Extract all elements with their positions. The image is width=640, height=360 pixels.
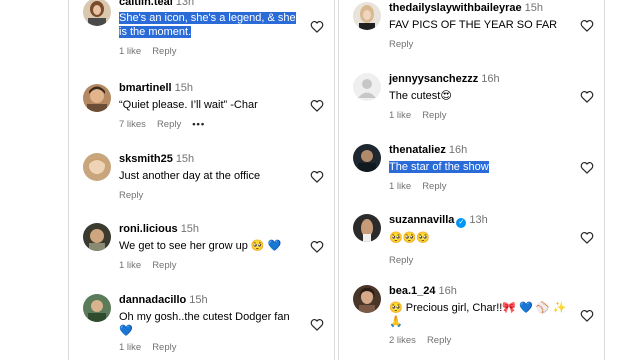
comment-text: The star of the show — [389, 161, 489, 173]
comment-text: We get to see her grow up 🥺 💙 — [119, 240, 282, 252]
comment-username[interactable]: bea.1_24 — [389, 285, 435, 297]
avatar[interactable] — [353, 73, 381, 101]
avatar[interactable] — [353, 2, 381, 30]
avatar[interactable] — [353, 144, 381, 172]
comment-text: Just another day at the office — [119, 170, 261, 182]
avatar[interactable] — [353, 285, 381, 313]
heart-outline-icon[interactable] — [310, 240, 324, 253]
avatar[interactable] — [353, 214, 381, 242]
reply-button[interactable]: Reply — [422, 181, 446, 192]
comment-username[interactable]: suzannavilla — [389, 214, 454, 226]
reply-button[interactable]: Reply — [389, 255, 413, 266]
like-count[interactable]: 1 like — [119, 342, 141, 353]
comment-username[interactable]: sksmith25 — [119, 153, 173, 165]
heart-outline-icon[interactable] — [580, 19, 594, 32]
comment-text: The cutest😍 — [389, 90, 452, 102]
comment-text: 🥺🥺🥺 — [389, 232, 431, 244]
comment-text: FAV PICS OF THE YEAR SO FAR — [389, 19, 558, 31]
comment-time: 16h — [438, 285, 457, 297]
like-count[interactable]: 1 like — [119, 46, 141, 57]
comment-text: She's an icon, she's a legend, & she is … — [119, 12, 296, 38]
reply-button[interactable]: Reply — [422, 110, 446, 121]
heart-outline-icon[interactable] — [580, 309, 594, 322]
comment-time: 15h — [189, 294, 208, 306]
comment-username[interactable]: dannadacillo — [119, 294, 186, 306]
reply-button[interactable]: Reply — [119, 190, 143, 201]
comment-username[interactable]: thenataliez — [389, 144, 446, 156]
reply-button[interactable]: Reply — [152, 342, 176, 353]
comment-time: 13h — [469, 214, 488, 226]
heart-outline-icon[interactable] — [580, 90, 594, 103]
more-options-icon[interactable]: ••• — [192, 119, 205, 130]
comment-username[interactable]: roni.licious — [119, 223, 178, 235]
comment-username[interactable]: jennyysanchezzz — [389, 73, 478, 85]
like-count[interactable]: 7 likes — [119, 119, 146, 130]
comment-time: 15h — [524, 2, 544, 14]
comment-text: 🥺 Precious girl, Char!!🎀 💙 ⚾ ✨ 🙏 — [389, 302, 567, 328]
avatar[interactable] — [83, 223, 111, 251]
comment-username[interactable]: bmartinell — [119, 82, 172, 94]
like-count[interactable]: 1 like — [389, 110, 411, 121]
comment-username[interactable]: caitlin.teal — [119, 0, 173, 8]
avatar[interactable] — [83, 294, 111, 322]
reply-button[interactable]: Reply — [427, 335, 451, 346]
like-count[interactable]: 2 likes — [389, 335, 416, 346]
comment-time: 15h — [174, 82, 193, 94]
comment-text: “Quiet please. I’ll wait” -Char — [119, 99, 258, 111]
heart-outline-icon[interactable] — [580, 231, 594, 244]
comment-time: 15h — [175, 153, 195, 165]
heart-outline-icon[interactable] — [310, 170, 324, 183]
comment-text: Oh my gosh..the cutest Dodger fan 💙 — [119, 311, 290, 337]
comment-time: 15h — [180, 223, 200, 235]
comment-time: 16h — [481, 73, 500, 85]
comment-time: 13h — [175, 0, 195, 8]
heart-outline-icon[interactable] — [310, 318, 324, 331]
reply-button[interactable]: Reply — [152, 260, 176, 271]
avatar[interactable] — [83, 0, 111, 26]
reply-button[interactable]: Reply — [152, 46, 176, 57]
heart-outline-icon[interactable] — [310, 99, 324, 112]
comments-panel-left: caitlin.teal 13h She's an icon, she's a l… — [68, 0, 335, 360]
reply-button[interactable]: Reply — [389, 39, 413, 50]
avatar[interactable] — [83, 153, 111, 181]
comment-username[interactable]: thedailyslaywithbaileyrae — [389, 2, 522, 14]
comment-time: 16h — [448, 144, 468, 156]
heart-outline-icon[interactable] — [310, 20, 324, 33]
verified-badge-icon: ✓ — [456, 218, 467, 228]
reply-button[interactable]: Reply — [157, 119, 181, 130]
heart-outline-icon[interactable] — [580, 161, 594, 174]
comments-panel-right: thedailyslaywithbaileyrae 15h FAV PICS OF… — [338, 0, 605, 360]
like-count[interactable]: 1 like — [389, 181, 411, 192]
like-count[interactable]: 1 like — [119, 260, 141, 271]
avatar[interactable] — [83, 84, 111, 112]
